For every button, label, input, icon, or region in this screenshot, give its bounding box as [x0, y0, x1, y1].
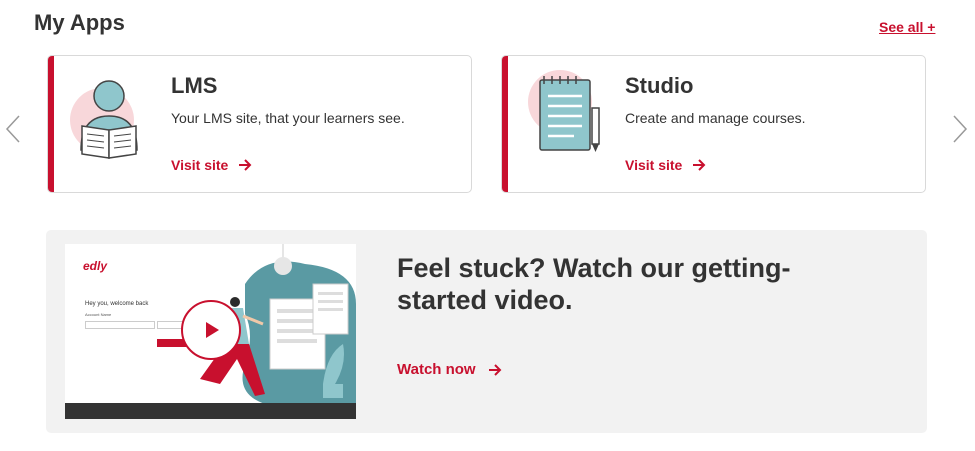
app-card-title: LMS — [171, 73, 218, 98]
visit-site-link[interactable]: Visit site — [171, 157, 252, 173]
app-card-title: Studio — [625, 73, 694, 98]
thumbnail-footer — [65, 403, 356, 419]
play-icon — [206, 322, 219, 338]
chevron-right-icon — [953, 115, 968, 143]
arrow-right-icon — [239, 159, 252, 171]
carousel-prev-button[interactable] — [4, 113, 22, 145]
app-card-description: Your LMS site, that your learners see. — [171, 110, 405, 126]
arrow-right-icon — [693, 159, 706, 171]
card-accent-bar — [502, 56, 508, 192]
watch-now-link[interactable]: Watch now — [397, 361, 502, 378]
card-accent-bar — [48, 56, 54, 192]
app-card-description: Create and manage courses. — [625, 110, 806, 126]
video-heading: Feel stuck? Watch our getting-started vi… — [397, 253, 791, 315]
watch-now-label: Watch now — [397, 361, 476, 378]
app-card-lms[interactable]: LMS Your LMS site, that your learners se… — [47, 55, 472, 193]
see-all-link[interactable]: See all + — [879, 19, 935, 35]
chevron-left-icon — [5, 115, 20, 143]
visit-site-link[interactable]: Visit site — [625, 157, 706, 173]
carousel-next-button[interactable] — [951, 113, 969, 145]
reader-icon — [70, 80, 138, 159]
visit-site-label: Visit site — [625, 157, 683, 173]
page-title: My Apps — [34, 10, 125, 35]
app-card-studio[interactable]: Studio Create and manage courses. Visit … — [501, 55, 926, 193]
getting-started-video-panel: edly Hey you, welcome back Account Name — [46, 230, 927, 433]
play-video-button[interactable] — [181, 300, 241, 360]
arrow-right-icon — [488, 363, 502, 376]
notepad-icon — [528, 70, 600, 152]
video-thumbnail[interactable]: edly Hey you, welcome back Account Name — [65, 244, 356, 419]
visit-site-label: Visit site — [171, 157, 229, 173]
